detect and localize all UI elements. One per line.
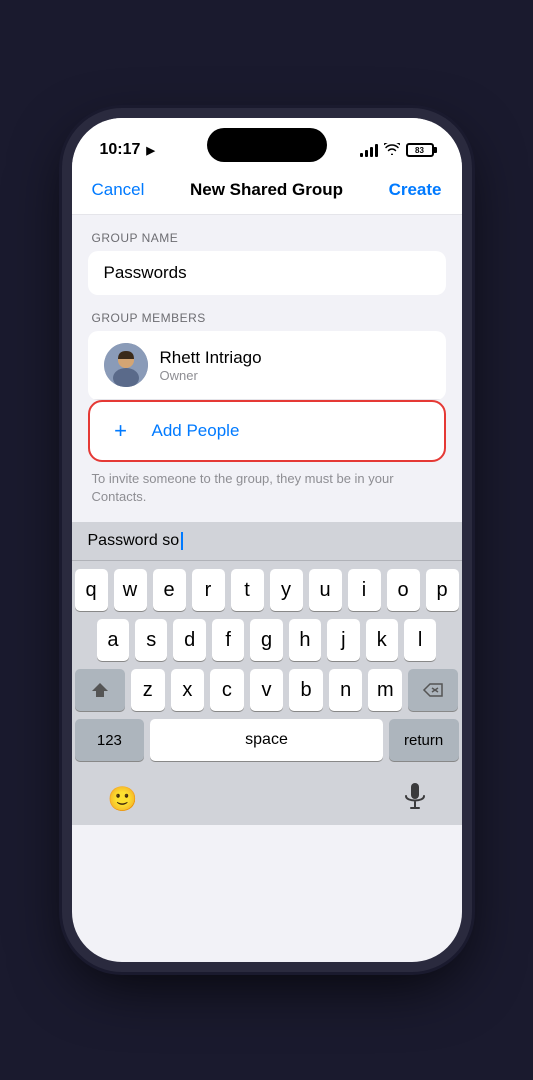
phone-frame: 10:17 ▶ 83 Cancel	[72, 118, 462, 962]
key-i[interactable]: i	[348, 569, 381, 611]
shift-key[interactable]	[75, 669, 125, 711]
key-e[interactable]: e	[153, 569, 186, 611]
location-arrow-icon: ▶	[146, 144, 154, 157]
keyboard-suggestion-bar: Password so	[72, 522, 462, 561]
key-o[interactable]: o	[387, 569, 420, 611]
keyboard: q w e r t y u i o p a s d f g h j k l	[72, 561, 462, 773]
key-d[interactable]: d	[173, 619, 205, 661]
key-b[interactable]: b	[289, 669, 323, 711]
key-c[interactable]: c	[210, 669, 244, 711]
member-info: Rhett Intriago Owner	[160, 348, 262, 383]
emoji-icon[interactable]: 🙂	[108, 785, 138, 814]
key-m[interactable]: m	[368, 669, 402, 711]
battery-level: 83	[415, 146, 424, 155]
plus-icon: +	[106, 416, 136, 446]
create-button[interactable]: Create	[389, 180, 442, 200]
group-name-card	[88, 251, 446, 295]
time-label: 10:17	[100, 141, 141, 159]
hint-text: To invite someone to the group, they mus…	[72, 462, 462, 522]
cursor	[181, 532, 183, 550]
suggestion-text: Password so	[88, 532, 180, 550]
member-name: Rhett Intriago	[160, 348, 262, 368]
key-f[interactable]: f	[212, 619, 244, 661]
key-z[interactable]: z	[131, 669, 165, 711]
num-key[interactable]: 123	[75, 719, 145, 761]
key-a[interactable]: a	[97, 619, 129, 661]
status-time: 10:17 ▶	[100, 141, 155, 159]
space-key[interactable]: space	[150, 719, 383, 761]
bottom-bar: 🙂	[72, 773, 462, 825]
key-h[interactable]: h	[289, 619, 321, 661]
group-members-section-label: GROUP MEMBERS	[72, 295, 462, 331]
member-row: Rhett Intriago Owner	[88, 331, 446, 400]
member-role: Owner	[160, 368, 262, 383]
key-l[interactable]: l	[404, 619, 436, 661]
battery-icon: 83	[406, 143, 434, 157]
nav-bar: Cancel New Shared Group Create	[72, 168, 462, 215]
key-j[interactable]: j	[327, 619, 359, 661]
key-y[interactable]: y	[270, 569, 303, 611]
add-people-wrapper: + Add People	[88, 400, 446, 462]
key-v[interactable]: v	[250, 669, 284, 711]
keyboard-row-1: q w e r t y u i o p	[75, 569, 459, 611]
key-p[interactable]: p	[426, 569, 459, 611]
cancel-button[interactable]: Cancel	[92, 180, 145, 200]
content-area: GROUP NAME GROUP MEMBERS	[72, 215, 462, 522]
key-t[interactable]: t	[231, 569, 264, 611]
keyboard-row-2: a s d f g h j k l	[75, 619, 459, 661]
members-card: Rhett Intriago Owner	[88, 331, 446, 400]
add-people-label: Add People	[152, 421, 240, 441]
return-key[interactable]: return	[389, 719, 459, 761]
wifi-icon	[384, 142, 400, 158]
key-s[interactable]: s	[135, 619, 167, 661]
keyboard-row-4: 123 space return	[75, 719, 459, 761]
key-r[interactable]: r	[192, 569, 225, 611]
group-name-input[interactable]	[88, 251, 446, 295]
key-g[interactable]: g	[250, 619, 282, 661]
backspace-key[interactable]	[408, 669, 458, 711]
status-icons: 83	[360, 142, 434, 158]
dynamic-island	[207, 128, 327, 162]
page-title: New Shared Group	[190, 180, 343, 200]
key-k[interactable]: k	[366, 619, 398, 661]
key-x[interactable]: x	[171, 669, 205, 711]
key-u[interactable]: u	[309, 569, 342, 611]
group-name-section-label: GROUP NAME	[72, 215, 462, 251]
keyboard-row-3: z x c v b n m	[75, 669, 459, 711]
key-q[interactable]: q	[75, 569, 108, 611]
key-n[interactable]: n	[329, 669, 363, 711]
status-bar: 10:17 ▶ 83	[72, 118, 462, 168]
signal-bars-icon	[360, 143, 378, 157]
avatar	[104, 343, 148, 387]
key-w[interactable]: w	[114, 569, 147, 611]
mic-icon[interactable]	[404, 782, 426, 817]
add-people-button[interactable]: + Add People	[88, 400, 446, 462]
